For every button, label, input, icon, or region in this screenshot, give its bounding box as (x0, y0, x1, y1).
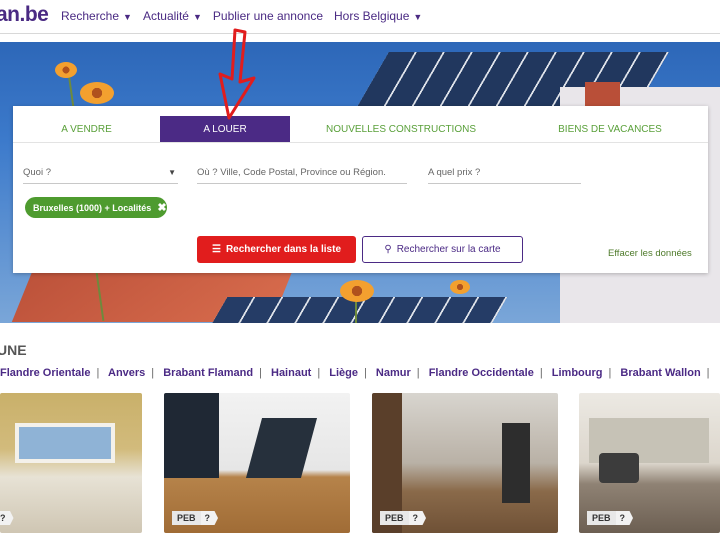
listing-card-photo[interactable]: PEB? (579, 393, 720, 533)
listing-card-photo[interactable]: PEB? (372, 393, 558, 533)
peb-value: ? (615, 511, 634, 525)
separator: | (317, 367, 321, 379)
tab-biens-de-vacances[interactable]: BIENS DE VACANCES (512, 116, 708, 142)
peb-badge: PEB? (380, 511, 427, 525)
province-link[interactable]: Brabant Flamand (163, 367, 253, 379)
tab-nouvelles-constructions[interactable]: NOUVELLES CONSTRUCTIONS (290, 116, 512, 142)
tab-a-vendre[interactable]: A VENDRE (13, 116, 160, 142)
province-link[interactable]: Anvers (108, 367, 145, 379)
list-icon: ☰ (211, 244, 221, 255)
listing-card-photo[interactable]: ? (0, 393, 142, 533)
price-placeholder: A quel prix ? (428, 167, 481, 178)
separator: | (151, 367, 155, 379)
flower (55, 62, 77, 78)
nav-label: Recherche (61, 9, 120, 23)
main-nav: Recherche ▼ Actualité ▼ Publier une annonc… (61, 9, 422, 23)
separator: | (259, 367, 262, 379)
listing-card-photo[interactable]: PEB? (164, 393, 350, 533)
search-map-label: Rechercher sur la carte (396, 244, 501, 255)
peb-value: ? (200, 511, 219, 525)
price-input[interactable]: A quel prix ? (428, 158, 581, 184)
nav-publier[interactable]: Publier une annonce (213, 9, 323, 23)
province-link[interactable]: Hainaut (271, 367, 311, 379)
location-chip-label: Bruxelles (1000) + Localités (33, 202, 152, 213)
tab-divider (13, 142, 708, 143)
flower (450, 280, 470, 294)
dropdown-arrow-icon: ▼ (168, 168, 176, 177)
clear-data-link[interactable]: Effacer les données (608, 248, 692, 259)
section-title: UNE (0, 342, 27, 358)
nav-label: Publier une annonce (212, 9, 323, 23)
peb-value: ? (0, 511, 14, 525)
province-link[interactable]: Brabant Wallon (620, 367, 700, 379)
search-list-button[interactable]: ☰ Rechercher dans la liste (197, 236, 356, 263)
site-logo[interactable]: an.be (0, 3, 49, 27)
search-list-label: Rechercher dans la liste (225, 244, 342, 255)
nav-actualite[interactable]: Actualité ▼ (143, 9, 202, 23)
nav-label: Actualité (142, 9, 189, 23)
separator: | (416, 367, 420, 379)
peb-badge: PEB? (172, 511, 219, 525)
dark-wall (164, 393, 219, 478)
flower (340, 280, 374, 302)
separator: | (539, 367, 543, 379)
nav-recherche[interactable]: Recherche ▼ (61, 9, 132, 23)
province-links: Flandre Orientale | Anvers | Brabant Flama… (0, 367, 716, 379)
separator: | (608, 367, 612, 379)
separator: | (96, 367, 100, 379)
peb-key: PEB (587, 511, 616, 525)
peb-badge: PEB? (587, 511, 634, 525)
search-map-button[interactable]: ⚲ Rechercher sur la carte (362, 236, 523, 263)
window (15, 423, 115, 463)
province-link[interactable]: Liège (329, 367, 358, 379)
peb-badge: ? (0, 511, 14, 525)
search-panel: A VENDRE A LOUER NOUVELLES CONSTRUCTIONS… (13, 106, 708, 273)
separator: | (364, 367, 367, 379)
province-link[interactable]: Flandre Orientale (0, 367, 90, 379)
caret-down-icon: ▼ (413, 12, 423, 22)
map-pin-icon: ⚲ (384, 244, 392, 255)
caret-down-icon: ▼ (123, 12, 132, 22)
what-select[interactable]: Quoi ? ▼ (23, 158, 178, 184)
where-input[interactable]: Où ? Ville, Code Postal, Province ou Rég… (197, 158, 407, 184)
where-placeholder: Où ? Ville, Code Postal, Province ou Rég… (197, 167, 386, 178)
province-link[interactable]: Limbourg (552, 367, 603, 379)
separator: | (706, 367, 710, 379)
nav-label: Hors Belgique (334, 9, 410, 23)
sofa (599, 453, 639, 483)
search-tabs: A VENDRE A LOUER NOUVELLES CONSTRUCTIONS… (13, 116, 708, 144)
top-nav-bar: an.be Recherche ▼ Actualité ▼ Publier une … (0, 0, 720, 34)
peb-key: PEB (380, 511, 409, 525)
nav-hors-belgique[interactable]: Hors Belgique ▼ (334, 9, 422, 23)
province-link[interactable]: Flandre Occidentale (429, 367, 534, 379)
red-arrow-icon (218, 28, 256, 120)
flower (80, 82, 114, 104)
location-chip[interactable]: Bruxelles (1000) + Localités ✖ (25, 197, 167, 218)
province-link[interactable]: Namur (376, 367, 411, 379)
dark-door (502, 423, 530, 503)
peb-value: ? (408, 511, 427, 525)
dark-wall (245, 418, 318, 478)
what-placeholder: Quoi ? (23, 167, 51, 178)
caret-down-icon: ▼ (192, 12, 202, 22)
close-icon[interactable]: ✖ (157, 201, 166, 214)
peb-key: PEB (172, 511, 201, 525)
